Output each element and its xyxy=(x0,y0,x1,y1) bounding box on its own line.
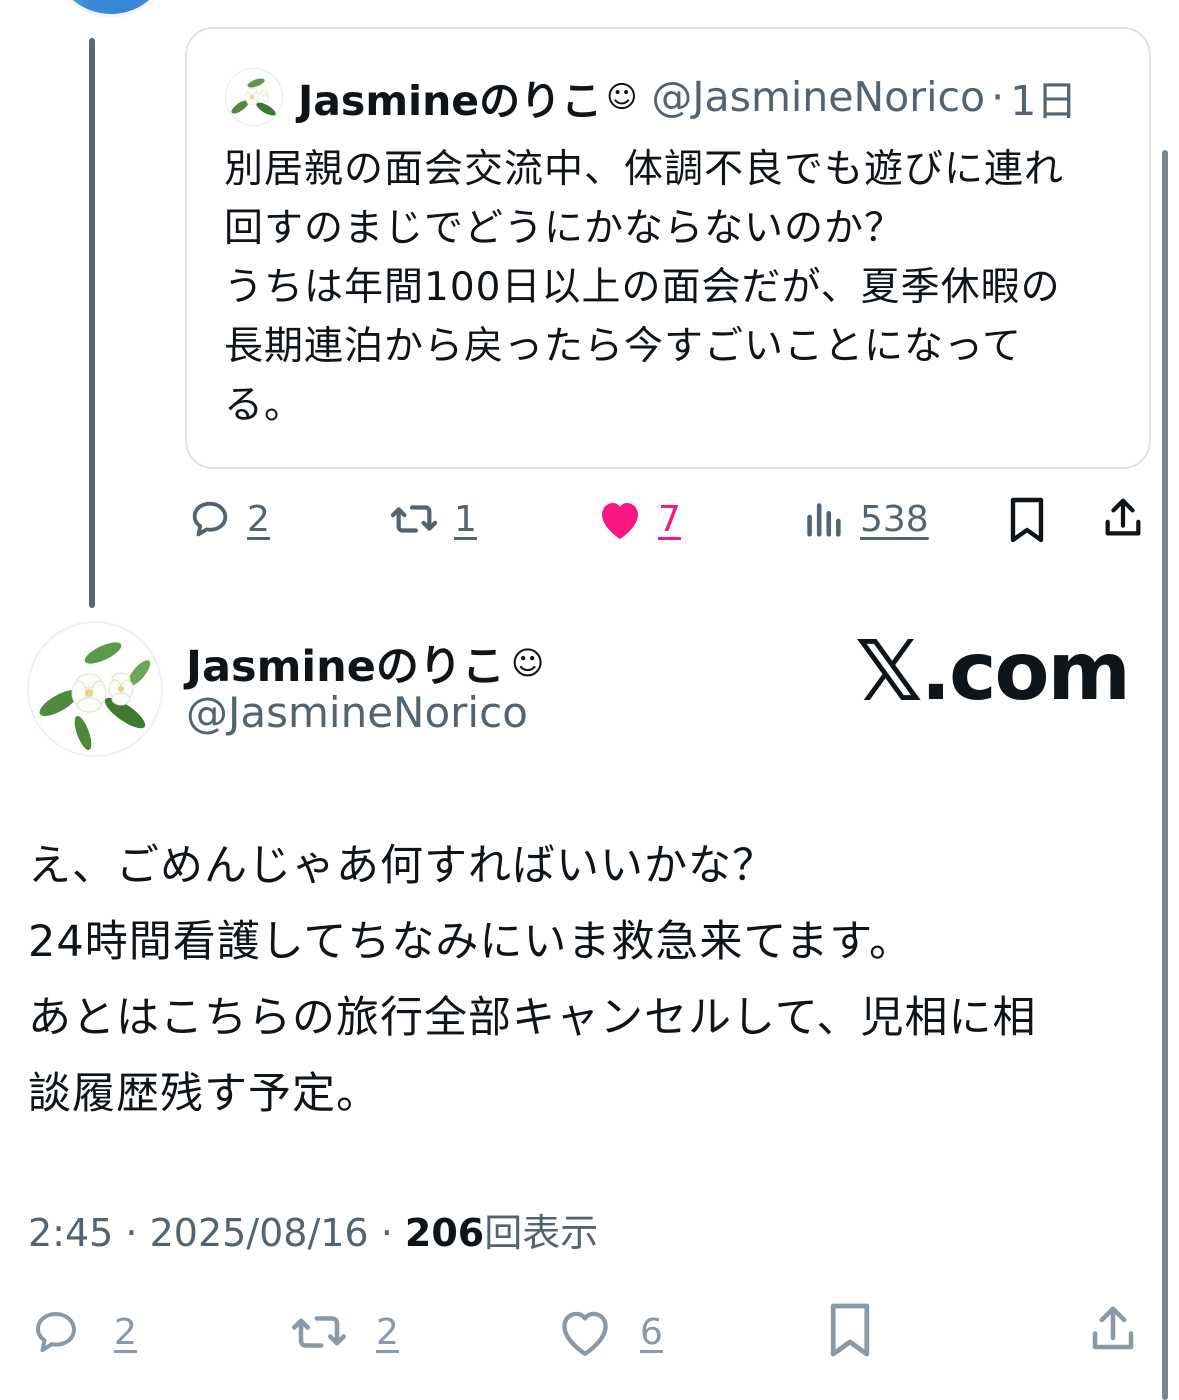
smiley-emoji: ☺ xyxy=(510,644,545,682)
reply-button[interactable]: 2 xyxy=(187,496,270,542)
quoted-timestamp[interactable]: 1日 xyxy=(1010,67,1077,127)
previous-tweet-avatar[interactable] xyxy=(48,0,174,18)
share-icon xyxy=(1105,498,1141,536)
retweet-count: 2 xyxy=(376,1311,399,1353)
views-chart-icon xyxy=(807,503,841,537)
jasmine-flower-icon xyxy=(231,78,276,116)
header-separator: · xyxy=(991,73,1005,121)
retweet-button[interactable]: 1 xyxy=(388,496,477,542)
meta-separator: · xyxy=(113,1211,150,1255)
reply-button[interactable]: 2 xyxy=(28,1305,137,1359)
share-button[interactable] xyxy=(1100,494,1146,542)
bookmark-icon xyxy=(830,1303,870,1357)
quoted-tweet-header: Jasmineのりこ ☺ @JasmineNorico · 1日 xyxy=(298,67,1077,127)
like-count: 6 xyxy=(640,1311,663,1353)
x-com-watermark: 𝕏 .com xyxy=(855,622,1131,720)
bookmark-button[interactable] xyxy=(826,1300,874,1360)
quoted-text-line: る。 xyxy=(224,383,305,428)
quoted-handle[interactable]: @JasmineNorico xyxy=(651,73,985,121)
main-tweet-avatar[interactable] xyxy=(27,621,163,757)
tweet-meta: 2:45 · 2025/08/16 · 206回表示 xyxy=(28,1202,598,1257)
main-text-line: あとはこちらの旅行全部キャンセルして、児相に相 xyxy=(28,993,1037,1043)
main-text-line: 24時間看護してちなみにいま救急来てます。 xyxy=(28,917,913,967)
retweet-icon xyxy=(292,1316,346,1348)
smiley-emoji: ☺ xyxy=(606,79,638,115)
main-text-line: え、ごめんじゃあ何すればいいかな？ xyxy=(28,841,776,891)
main-handle[interactable]: @JasmineNorico xyxy=(186,688,528,737)
share-button[interactable] xyxy=(1086,1300,1140,1358)
thread-connector-line xyxy=(89,38,95,608)
main-text-line: 談履歴残す予定。 xyxy=(28,1069,380,1119)
watermark-text: .com xyxy=(920,624,1131,718)
quoted-tweet-text: 別居親の面会交流中、体調不良でも遊びに連れ 回すのまじでどうにかならないのか？ … xyxy=(224,140,1124,435)
views-button[interactable]: 538 xyxy=(800,496,929,542)
views-label: 回表示 xyxy=(484,1211,599,1255)
x-logo: 𝕏 xyxy=(855,622,923,720)
like-button[interactable]: 7 xyxy=(596,496,681,542)
tweet-date[interactable]: 2025/08/16 xyxy=(150,1211,369,1255)
like-count: 7 xyxy=(658,498,681,540)
quoted-display-name[interactable]: Jasmineのりこ xyxy=(298,67,602,127)
heart-outline-icon xyxy=(562,1311,608,1356)
jasmine-flower-icon xyxy=(39,642,151,751)
retweet-button[interactable]: 2 xyxy=(288,1305,399,1359)
display-name-text: Jasmineのりこ xyxy=(186,642,505,692)
views-number: 206 xyxy=(404,1211,485,1255)
meta-separator: · xyxy=(368,1211,405,1255)
bookmark-icon xyxy=(1010,497,1044,543)
tweet-time[interactable]: 2:45 xyxy=(28,1211,113,1255)
views-count: 538 xyxy=(860,498,929,540)
reply-count: 2 xyxy=(114,1311,137,1353)
scrollbar[interactable] xyxy=(1162,150,1168,1400)
like-button[interactable]: 6 xyxy=(556,1305,663,1359)
share-icon xyxy=(1092,1306,1134,1350)
main-tweet-text: え、ごめんじゃあ何すればいいかな？ 24時間看護してちなみにいま救急来てます。 … xyxy=(28,828,1138,1132)
retweet-count: 1 xyxy=(454,498,477,540)
main-display-name[interactable]: Jasmineのりこ ☺ xyxy=(186,632,544,694)
reply-count: 2 xyxy=(247,498,270,540)
retweet-icon xyxy=(390,505,438,533)
bookmark-button[interactable] xyxy=(1006,496,1048,544)
quoted-text-line: 回すのまじでどうにかならないのか？ xyxy=(224,206,905,251)
quoted-text-line: 別居親の面会交流中、体調不良でも遊びに連れ xyxy=(224,147,1065,192)
quoted-text-line: うちは年間100日以上の面会だが、夏季休暇の xyxy=(224,265,1061,310)
reply-icon xyxy=(192,501,228,537)
quoted-tweet-avatar[interactable] xyxy=(225,68,283,126)
quoted-text-line: 長期連泊から戻ったら今すごいことになって xyxy=(224,324,1023,369)
heart-filled-icon xyxy=(602,503,638,539)
reply-icon xyxy=(35,1311,77,1353)
